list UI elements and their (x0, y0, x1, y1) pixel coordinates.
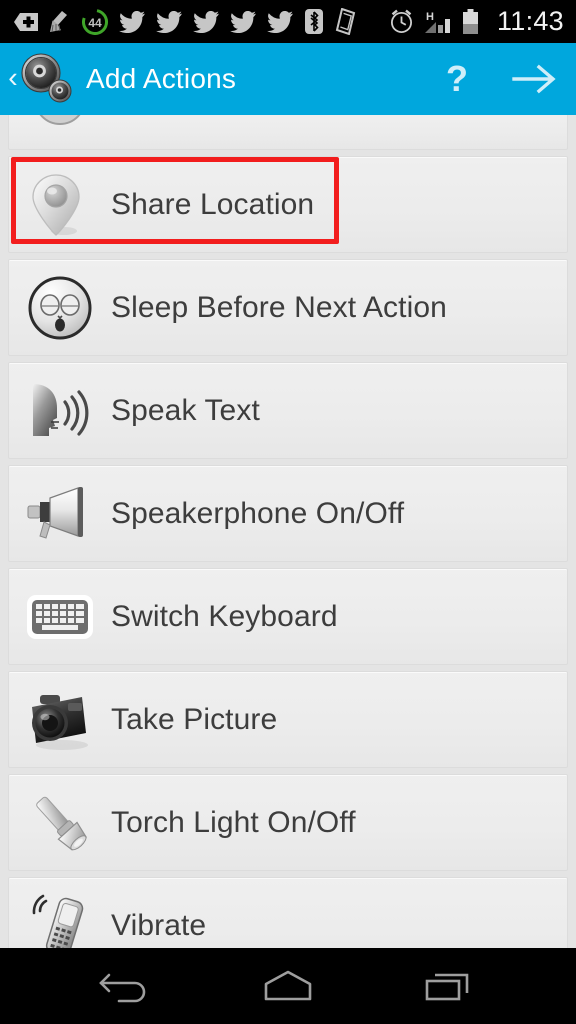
list-item-label: Take Picture (111, 702, 278, 736)
hspa-signal-icon: H (424, 11, 450, 33)
twitter-icon (119, 10, 145, 33)
bluetooth-icon (305, 9, 323, 34)
list-item-label: Torch Light On/Off (111, 805, 356, 839)
list-item-speakerphone-on-off[interactable]: Speakerphone On/Off (8, 465, 568, 562)
battery-saver-44-icon: 44 (82, 8, 108, 35)
twitter-icon (193, 10, 219, 33)
phone-screen: 44 H 11:43 ‹ Add Actions ? Share Locatio… (0, 0, 576, 1024)
sd-card-plus-icon (14, 12, 38, 31)
help-button[interactable]: ? (436, 61, 478, 97)
twitter-icon (267, 10, 293, 33)
app-header: ‹ Add Actions ? (0, 43, 576, 115)
status-bar-left-icons: 44 (14, 8, 389, 35)
gears-logo-icon (21, 53, 72, 103)
android-nav-bar (0, 948, 576, 1024)
flashlight-icon (23, 786, 97, 860)
home-icon[interactable] (245, 958, 331, 1014)
svg-text:44: 44 (88, 16, 102, 30)
list-item-vibrate[interactable]: Vibrate (8, 877, 568, 948)
map-pin-icon (23, 168, 97, 242)
page-title: Add Actions (86, 63, 237, 94)
recents-icon[interactable] (406, 958, 492, 1014)
list-item-label: Switch Keyboard (111, 599, 338, 633)
list-item-label: Speakerphone On/Off (111, 496, 405, 530)
list-item-sleep-before-next-action[interactable]: Sleep Before Next Action (8, 259, 568, 356)
clean-broom-icon (50, 10, 67, 32)
keyboard-icon (23, 580, 97, 654)
circle-icon (23, 111, 97, 149)
list-item-speak-text[interactable]: Speak Text (8, 362, 568, 459)
sleeping-face-icon (23, 271, 97, 345)
alarm-clock-icon (390, 9, 412, 34)
list-item-switch-keyboard[interactable]: Switch Keyboard (8, 568, 568, 665)
speaking-head-icon (23, 374, 97, 448)
status-bar: 44 H 11:43 (0, 0, 576, 43)
list-item-label: Speak Text (111, 393, 260, 427)
list-item-label: Sleep Before Next Action (111, 290, 447, 324)
list-item-partial[interactable] (8, 110, 568, 150)
camera-icon (23, 683, 97, 757)
status-bar-clock: 11:43 (496, 6, 564, 36)
list-item-label: Vibrate (111, 908, 207, 942)
list-item-label: Share Location (111, 187, 315, 221)
list-item-torch-light-on-off[interactable]: Torch Light On/Off (8, 774, 568, 871)
status-bar-right-icons: H 11:43 (389, 8, 564, 35)
twitter-icon (156, 10, 182, 33)
list-item-take-picture[interactable]: Take Picture (8, 671, 568, 768)
megaphone-icon (23, 477, 97, 551)
vibrate-mode-icon (335, 8, 356, 35)
arrow-right-icon[interactable] (512, 62, 558, 96)
twitter-icon (230, 10, 256, 33)
vibrating-phone-icon (23, 889, 97, 948)
back-icon[interactable] (84, 958, 170, 1014)
svg-text:H: H (426, 11, 434, 23)
actions-list[interactable]: Share Location Sleep Before Next Action … (0, 110, 576, 948)
list-item-share-location[interactable]: Share Location (8, 156, 568, 253)
battery-icon (462, 8, 478, 34)
